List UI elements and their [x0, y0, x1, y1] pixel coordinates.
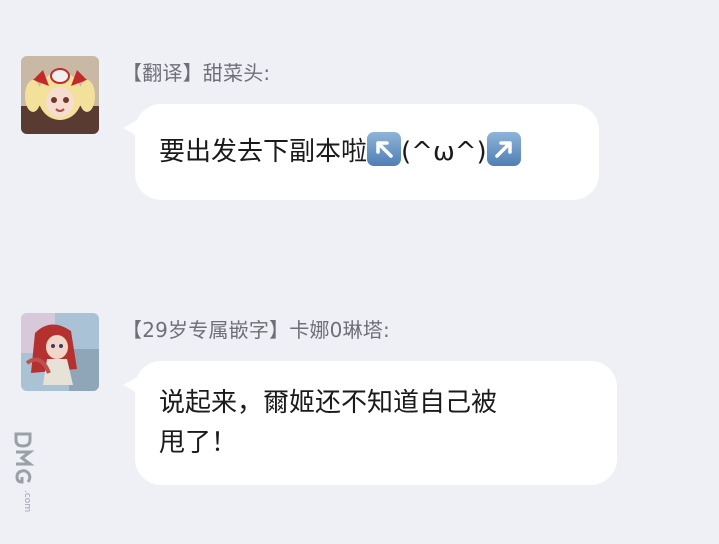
message-text-line-2: 甩了！ — [159, 428, 238, 458]
chat-screen: 【翻译】甜菜头: 要出发去下副本啦 (^ω^) 【29岁专属嵌字】卡娜0琳塔: 说… — [0, 0, 719, 544]
message-bubble[interactable]: 说起来，爾姬还不知道自己被 甩了！ — [123, 361, 617, 485]
message-kaomoji: (^ω^) — [401, 137, 487, 167]
message-bubble[interactable]: 要出发去下副本啦 (^ω^) — [123, 104, 599, 200]
avatar[interactable] — [21, 313, 99, 391]
avatar-image-red-hair-girl — [21, 313, 99, 391]
up-right-arrow-icon — [486, 132, 521, 166]
up-left-arrow-icon — [367, 132, 402, 166]
svg-text:.com: .com — [22, 490, 32, 512]
sender-name: 【翻译】甜菜头: — [122, 61, 271, 85]
bubble-tail — [123, 120, 137, 136]
bubble-tail — [123, 377, 137, 393]
avatar-image-blonde-girl — [21, 56, 99, 134]
message-text: 要出发去下副本啦 — [159, 137, 368, 167]
avatar[interactable] — [21, 56, 99, 134]
message-text-line-1: 说起来，爾姬还不知道自己被 — [159, 388, 498, 418]
dmg-logo-icon: .com — [14, 432, 35, 512]
site-watermark: .com — [10, 430, 40, 534]
sender-name: 【29岁专属嵌字】卡娜0琳塔: — [122, 318, 390, 342]
